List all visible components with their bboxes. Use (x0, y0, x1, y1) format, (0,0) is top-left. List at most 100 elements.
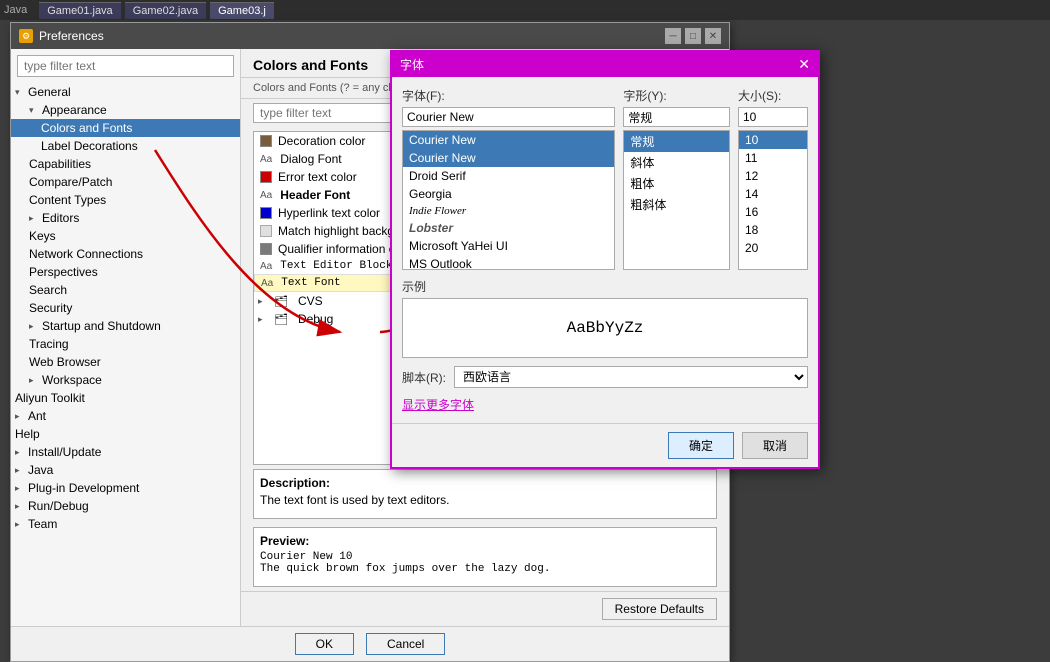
preview-label: Preview: (260, 534, 710, 548)
sidebar-item-team[interactable]: Team (11, 515, 240, 533)
font-name-item-lobster[interactable]: Lobster (403, 219, 614, 237)
preferences-title: Preferences (39, 29, 104, 43)
font-name-item-georgia[interactable]: Georgia (403, 185, 614, 203)
sidebar-item-perspectives[interactable]: Perspectives (11, 263, 240, 281)
description-text: The text font is used by text editors. (260, 493, 710, 507)
sidebar-item-editors[interactable]: Editors (11, 209, 240, 227)
sidebar-item-appearance[interactable]: Appearance (11, 101, 240, 119)
font-dialog-footer: 确定 取消 (392, 423, 818, 467)
font-name-item-droid-serif[interactable]: Droid Serif (403, 167, 614, 185)
close-button[interactable]: ✕ (705, 28, 721, 44)
ok-button[interactable]: OK (295, 633, 354, 655)
font-dialog-cancel-button[interactable]: 取消 (742, 432, 808, 459)
taskbar: Java Game01.java Game02.java Game03.j (0, 0, 1050, 20)
sidebar-item-general[interactable]: General (11, 83, 240, 101)
font-style-item-regular[interactable]: 常规 (624, 131, 729, 152)
sidebar-item-network-connections[interactable]: Network Connections (11, 245, 240, 263)
sidebar-item-keys[interactable]: Keys (11, 227, 240, 245)
cvs-group-label: CVS (298, 294, 323, 308)
show-more-fonts-link[interactable]: 显示更多字体 (402, 396, 474, 413)
font-size-item-10[interactable]: 10 (739, 131, 807, 149)
font-style-list[interactable]: 常规 斜体 粗体 粗斜体 (623, 130, 730, 270)
debug-group-label: Debug (298, 312, 333, 326)
font-style-item-italic[interactable]: 斜体 (624, 152, 729, 173)
sidebar-item-java-label: Java (28, 463, 53, 477)
sample-display: AaBbYyZz (402, 298, 808, 358)
font-name-item-ms-yahei[interactable]: Microsoft YaHei UI (403, 237, 614, 255)
font-dialog-close-button[interactable]: ✕ (798, 56, 810, 73)
tab-game01[interactable]: Game01.java (39, 2, 120, 19)
font-size-item-14[interactable]: 14 (739, 185, 807, 203)
sidebar-item-workspace[interactable]: Workspace (11, 371, 240, 389)
aa-icon-dialog: Aa (260, 154, 272, 165)
font-style-item-bold[interactable]: 粗体 (624, 173, 729, 194)
font-name-item-courier-new-2[interactable]: Courier New (403, 149, 614, 167)
match-highlight-swatch (260, 225, 272, 237)
decoration-color-label: Decoration color (278, 134, 365, 148)
sidebar-item-label-decorations[interactable]: Label Decorations (11, 137, 240, 155)
maximize-button[interactable]: □ (685, 28, 701, 44)
sidebar-item-tracing[interactable]: Tracing (11, 335, 240, 353)
font-name-column: 字体(F): Courier New Courier New Droid Ser… (402, 87, 615, 270)
expand-java-icon (15, 465, 25, 476)
font-name-item-ms-outlook[interactable]: MS Outlook (403, 255, 614, 270)
sidebar-item-aliyun[interactable]: Aliyun Toolkit (11, 389, 240, 407)
error-color-swatch (260, 171, 272, 183)
font-script-select[interactable]: 西欧语言 (454, 366, 808, 388)
sidebar-item-content-types[interactable]: Content Types (11, 191, 240, 209)
font-style-label: 字形(Y): (623, 87, 730, 104)
sidebar-item-aliyun-label: Aliyun Toolkit (15, 391, 85, 405)
font-name-item-courier-new[interactable]: Courier New (403, 131, 614, 149)
sidebar-item-search[interactable]: Search (11, 281, 240, 299)
window-controls[interactable]: ─ □ ✕ (665, 28, 721, 44)
aa-icon-block: Aa (260, 261, 272, 272)
font-size-label: 大小(S): (738, 87, 808, 104)
tab-game03[interactable]: Game03.j (210, 2, 274, 19)
font-dialog: 字体 ✕ 字体(F): Courier New Courier New Droi… (390, 50, 820, 469)
sidebar-item-help[interactable]: Help (11, 425, 240, 443)
font-size-item-12[interactable]: 12 (739, 167, 807, 185)
font-name-list[interactable]: Courier New Courier New Droid Serif Geor… (402, 130, 615, 270)
tab-game02[interactable]: Game02.java (125, 2, 206, 19)
sidebar-item-ant-label: Ant (28, 409, 46, 423)
sidebar-item-java[interactable]: Java (11, 461, 240, 479)
font-size-item-18[interactable]: 18 (739, 221, 807, 239)
sidebar-item-run-debug-label: Run/Debug (28, 499, 89, 513)
font-size-column: 大小(S): 10 11 12 14 16 18 20 (738, 87, 808, 270)
font-style-input[interactable] (623, 107, 730, 127)
sidebar-filter-input[interactable] (17, 55, 234, 77)
sidebar-item-general-label: General (28, 85, 71, 99)
sidebar-item-plugin-dev[interactable]: Plug-in Development (11, 479, 240, 497)
header-font-label: Header Font (280, 188, 350, 202)
sidebar-item-security[interactable]: Security (11, 299, 240, 317)
font-size-list[interactable]: 10 11 12 14 16 18 20 (738, 130, 808, 270)
font-name-input[interactable] (402, 107, 615, 127)
sidebar-item-workspace-label: Workspace (42, 373, 102, 387)
font-size-item-16[interactable]: 16 (739, 203, 807, 221)
sidebar-item-colors-fonts[interactable]: Colors and Fonts (11, 119, 240, 137)
sidebar-item-capabilities[interactable]: Capabilities (11, 155, 240, 173)
font-dialog-ok-button[interactable]: 确定 (668, 432, 734, 459)
error-color-label: Error text color (278, 170, 357, 184)
expand-appearance-icon (29, 105, 39, 116)
sidebar-item-ant[interactable]: Ant (11, 407, 240, 425)
preview-text: Courier New 10 The quick brown fox jumps… (260, 551, 710, 575)
sidebar-item-run-debug[interactable]: Run/Debug (11, 497, 240, 515)
restore-defaults-button[interactable]: Restore Defaults (602, 598, 717, 620)
font-size-item-20[interactable]: 20 (739, 239, 807, 257)
sidebar-item-colors-fonts-label: Colors and Fonts (41, 121, 132, 135)
font-name-item-indie-flower[interactable]: Indie Flower (403, 203, 614, 219)
minimize-button[interactable]: ─ (665, 28, 681, 44)
aa-icon-text: Aa (261, 278, 273, 289)
sidebar-item-startup-shutdown[interactable]: Startup and Shutdown (11, 317, 240, 335)
font-size-item-11[interactable]: 11 (739, 149, 807, 167)
sidebar-item-web-browser[interactable]: Web Browser (11, 353, 240, 371)
expand-debug-icon (258, 314, 268, 325)
sidebar-item-install-update[interactable]: Install/Update (11, 443, 240, 461)
font-dialog-title: 字体 (400, 56, 424, 73)
sidebar-item-compare-patch[interactable]: Compare/Patch (11, 173, 240, 191)
font-size-input[interactable] (738, 107, 808, 127)
font-style-item-bold-italic[interactable]: 粗斜体 (624, 194, 729, 215)
sidebar-item-perspectives-label: Perspectives (29, 265, 98, 279)
cancel-button[interactable]: Cancel (366, 633, 445, 655)
